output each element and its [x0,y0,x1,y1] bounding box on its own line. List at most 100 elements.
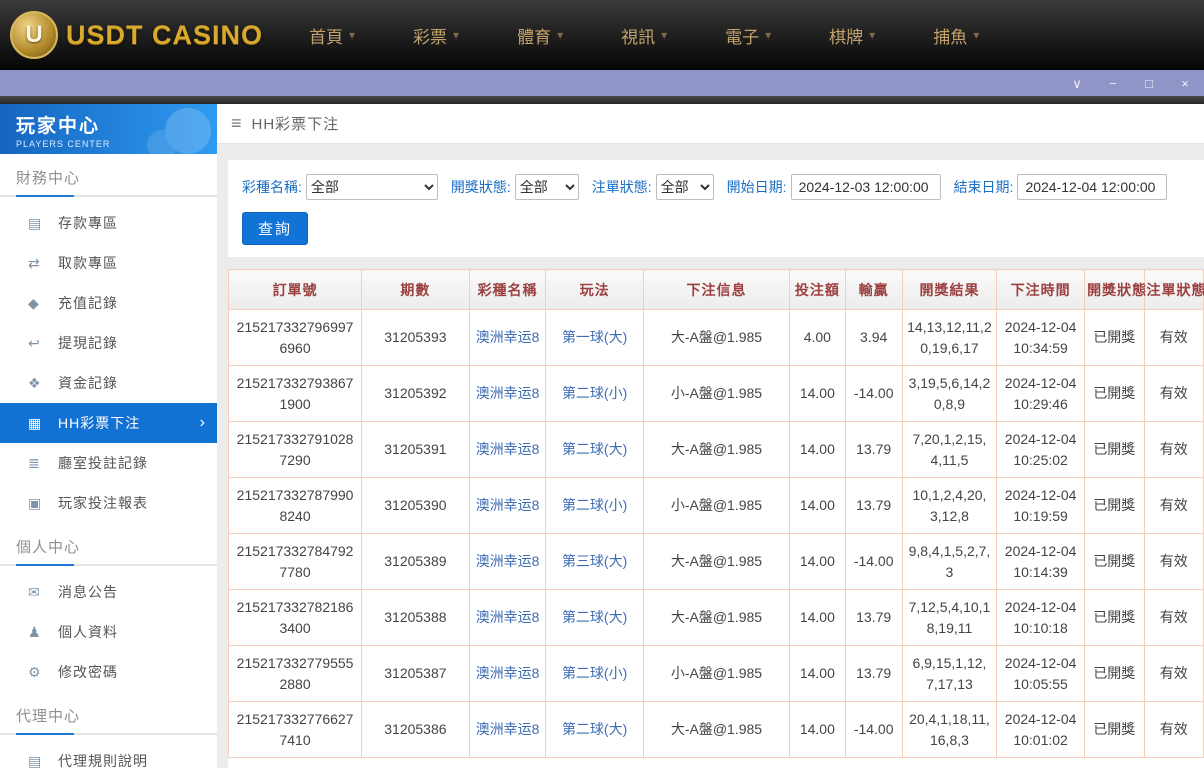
table-cell: -14.00 [844,533,903,590]
recharge-record-icon: ◆ [28,294,39,311]
sidebar-item-廳室投註記錄[interactable]: ≣ 廳室投註記錄 [0,443,217,483]
minimize-button[interactable]: − [1106,77,1120,90]
deposit-card-icon: ▤ [28,214,42,231]
lottery-select[interactable]: 全部 [305,174,438,200]
draw-status-select[interactable]: 全部 [514,174,579,200]
sidebar-item-label: 玩家投注報表 [58,495,148,511]
order-status-select[interactable]: 全部 [655,174,714,200]
sidebar-item-修改密碼[interactable]: ⚙ 修改密碼 [0,652,217,692]
nav-item-label: 棋牌 [829,27,864,47]
table-cell: 已開獎 [1084,533,1145,590]
room-bet-record-icon: ≣ [28,454,40,471]
nav-item-捕魚[interactable]: 捕魚 ▾ [933,23,979,48]
table-cell: 2024-12-04 10:10:18 [996,589,1086,646]
nav-item-彩票[interactable]: 彩票 ▾ [413,23,459,48]
sidebar-item-消息公告[interactable]: ✉ 消息公告 [0,572,217,612]
table-cell: 有效 [1143,701,1204,758]
table-cell: 第二球(小) [545,477,644,534]
close-button[interactable]: × [1178,77,1192,90]
table-cell: 9,8,4,1,5,2,7,3 [901,533,998,590]
nav-item-視訊[interactable]: 視訊 ▾ [621,23,667,48]
section-underline [0,564,217,566]
table-row: 2152173327795552880 31205387 澳洲幸运8 第二球(小) 小-… [227,645,1204,702]
hamburger-menu-icon[interactable]: ≡ [231,113,242,134]
sidebar-item-HH彩票下注[interactable]: ▦ HH彩票下注 › [0,403,217,443]
nav-item-label: 視訊 [621,27,656,47]
end-date-label: 結束日期: [953,179,1014,195]
search-button[interactable]: 查詢 [242,212,309,245]
nav-item-體育[interactable]: 體育 ▾ [517,23,563,48]
lottery-filter: 彩種名稱: 全部 [242,174,438,200]
nav-item-電子[interactable]: 電子 ▾ [725,23,771,48]
table-cell: 2152173327969976960 [227,309,363,366]
table-cell: 31205391 [361,421,470,478]
nav-item-label: 首頁 [309,27,344,47]
table-cell: -14.00 [844,365,903,422]
table-cell: 有效 [1143,645,1204,702]
sidebar-item-玩家投注報表[interactable]: ▣ 玩家投注報表 [0,483,217,523]
table-row: 2152173327847927780 31205389 澳洲幸运8 第三球(大) 大-… [227,533,1204,590]
start-date-filter: 開始日期: [727,174,941,200]
table-cell: 澳洲幸运8 [468,533,547,590]
sidebar-item-label: 資金記錄 [58,375,118,391]
table-cell: 10,1,2,4,20,3,12,8 [901,477,998,534]
table-cell: 20,4,1,18,11,16,8,3 [901,701,998,758]
chevron-right-icon: › [199,414,205,431]
withdraw-icon: ⇄ [28,254,40,271]
table-cell: 2024-12-04 10:29:46 [996,365,1086,422]
table-cell: 3.94 [844,309,903,366]
maximize-button[interactable]: □ [1142,77,1156,90]
logo-text: USDT CASINO [66,19,264,50]
nav-item-棋牌[interactable]: 棋牌 ▾ [829,23,875,48]
main-area: ≡ HH彩票下注 彩種名稱: 全部 開獎狀態: 全部 注單狀態: 全部 開始日期… [217,104,1204,768]
order-status-filter-label: 注單狀態: [591,179,652,195]
table-cell: 2024-12-04 10:25:02 [996,421,1086,478]
sidebar-item-label: 個人資料 [58,624,118,640]
table-cell: 14.00 [789,477,846,534]
column-header: 開獎狀態 [1084,269,1146,310]
chevron-down-icon: ▾ [557,28,564,42]
sidebar-item-提現記錄[interactable]: ↩ 提現記錄 [0,323,217,363]
nav-item-label: 體育 [517,27,552,47]
sidebar-item-label: 充值記錄 [58,295,118,311]
table-cell: 第二球(大) [545,421,644,478]
agent-rules-icon: ▤ [28,752,42,768]
sidebar-item-存款專區[interactable]: ▤ 存款專區 [0,203,217,243]
sidebar-item-label: 提現記錄 [58,335,118,351]
sidebar-item-個人資料[interactable]: ♟ 個人資料 [0,612,217,652]
sidebar-item-label: HH彩票下注 [58,415,141,431]
sidebar-item-label: 存款專區 [58,215,118,231]
start-date-label: 開始日期: [726,179,787,195]
sidebar-item-取款專區[interactable]: ⇄ 取款專區 [0,243,217,283]
sidebar-item-資金記錄[interactable]: ❖ 資金記錄 [0,363,217,403]
table-cell: 13.79 [844,421,903,478]
column-header: 下注時間 [996,269,1086,310]
top-nav: 首頁 ▾ 彩票 ▾ 體育 ▾ 視訊 ▾ 電子 ▾ 棋牌 ▾ 捕魚 ▾ [309,23,979,48]
page-title: HH彩票下注 [251,116,340,133]
table-cell: 14.00 [789,533,846,590]
section-underline [0,733,217,735]
table-cell: 澳洲幸运8 [468,309,547,366]
table-cell: 澳洲幸运8 [468,477,547,534]
column-header: 玩法 [545,269,644,310]
table-cell: 大-A盤@1.985 [642,309,791,366]
sidebar-item-代理規則說明[interactable]: ▤ 代理規則說明 [0,741,217,768]
end-date-input[interactable] [1017,174,1168,200]
chevron-down-icon: ▾ [765,28,772,42]
bets-table-head-row: 訂單號 期數 彩種名稱 玩法 下注信息 投注額 輸贏 開獎結果 下注時間 開獎狀態 注單狀態 [227,269,1204,310]
table-row: 2152173327910287290 31205391 澳洲幸运8 第二球(大) 大-… [227,421,1204,478]
table-cell: 已開獎 [1084,701,1145,758]
start-date-input[interactable] [790,174,941,200]
collapse-chevron-icon[interactable]: ∨ [1070,77,1084,90]
column-header: 彩種名稱 [468,269,547,310]
chevron-down-icon: ▾ [869,28,876,42]
table-cell: 6,9,15,1,12,7,17,13 [901,645,998,702]
table-cell: 大-A盤@1.985 [642,533,791,590]
table-cell: 小-A盤@1.985 [642,477,791,534]
logo-emblem-icon: U [10,11,58,59]
nav-item-首頁[interactable]: 首頁 ▾ [309,23,355,48]
table-cell: 有效 [1143,533,1204,590]
table-cell: 31205393 [361,309,470,366]
sidebar-item-充值記錄[interactable]: ◆ 充值記錄 [0,283,217,323]
sidebar-menu: 財務中心 ▤ 存款專區 ⇄ 取款專區 ◆ 充值記錄 ↩ 提現記錄 ❖ 資金記錄 ▦ HH彩票下注 › ≣ 廳室… [0,154,217,768]
